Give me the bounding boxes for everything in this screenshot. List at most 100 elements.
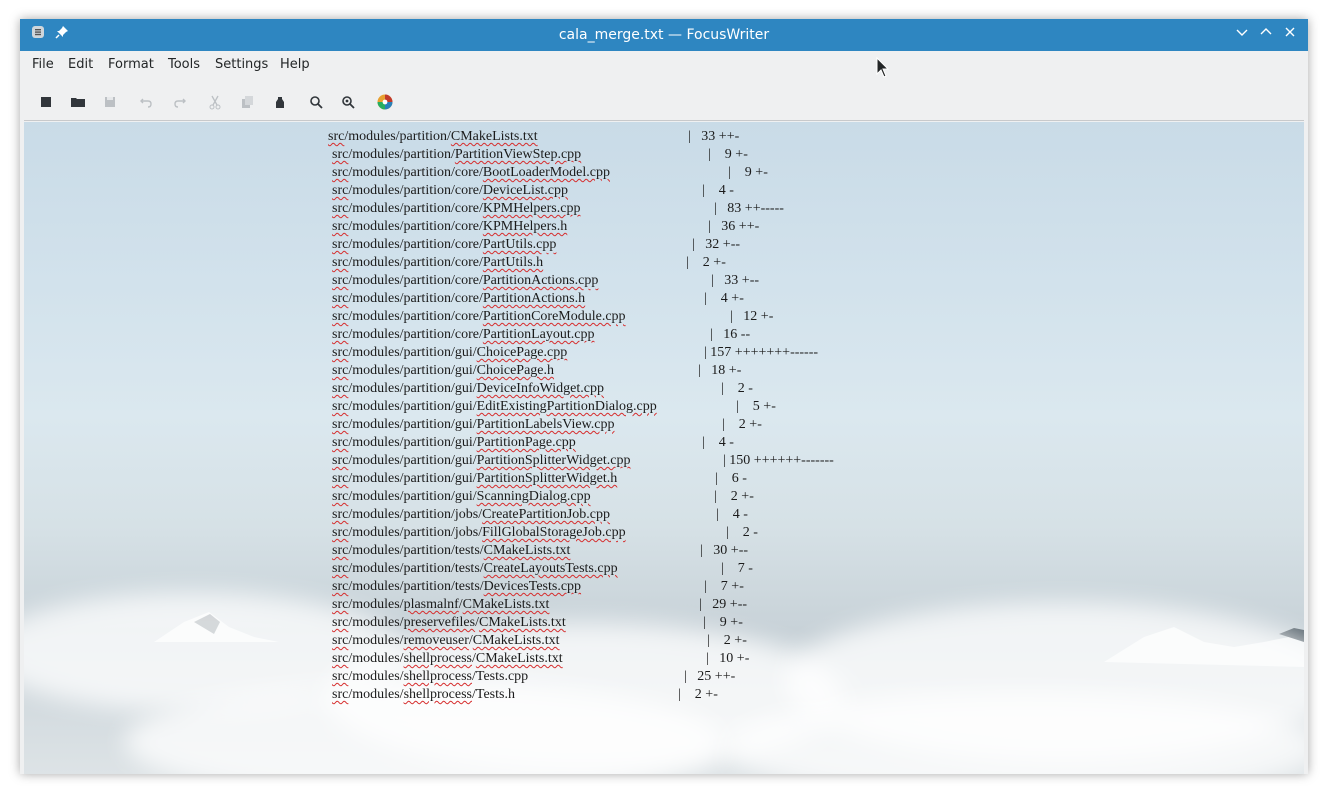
spelling-error: src (332, 381, 349, 396)
spelling-error: KPMHelpers.h (482, 219, 568, 234)
spelling-error: ChoicePage.cpp (476, 345, 568, 360)
spelling-error: src (332, 291, 349, 306)
diff-stat: | 10 +- (706, 651, 750, 666)
file-path: src/modules/partition/jobs/FillGlobalSto… (332, 524, 626, 542)
new-icon[interactable] (37, 93, 55, 111)
title-bar[interactable]: cala_merge.txt — FocusWriter (20, 19, 1308, 51)
path-segment: /modules/partition/gui/ (348, 489, 477, 504)
menu-file[interactable]: File (32, 51, 54, 79)
close-button[interactable] (1280, 25, 1300, 45)
spelling-error: removeuser (403, 633, 469, 648)
menu-help[interactable]: Help (280, 51, 310, 79)
spelling-error: src (332, 453, 349, 468)
spelling-error: CMakeLists.txt (475, 651, 563, 666)
path-segment: /modules/partition/core/ (348, 291, 483, 306)
diff-stat: | 150 ++++++------- (723, 453, 834, 468)
window-title: cala_merge.txt — FocusWriter (558, 27, 770, 43)
file-path: src/modules/partition/gui/EditExistingPa… (332, 398, 657, 416)
spelling-error: PartitionActions.h (482, 291, 586, 306)
spelling-error: src (332, 255, 349, 270)
path-segment: /modules/partition/gui/ (348, 363, 477, 378)
diff-stat: | 2 +- (678, 687, 718, 702)
spelling-error: src (332, 147, 349, 162)
spelling-error: ScanningDialog.cpp (476, 489, 591, 504)
spelling-error: DevicesTests.cpp (483, 579, 582, 594)
path-segment: /modules/partition/core/ (348, 237, 483, 252)
diff-stat: | 2 +- (686, 255, 726, 270)
spelling-error: src (332, 363, 349, 378)
open-icon[interactable] (69, 93, 87, 111)
undo-icon[interactable] (137, 93, 155, 111)
replace-icon[interactable] (339, 93, 357, 111)
diff-stat: | 4 - (702, 183, 734, 198)
diff-stat: | 29 +-- (699, 597, 748, 612)
spelling-error: CMakeLists.txt (462, 597, 550, 612)
maximize-button[interactable] (1256, 25, 1276, 45)
copy-icon[interactable] (238, 93, 256, 111)
menu-format[interactable]: Format (108, 51, 154, 79)
spelling-error: src (332, 525, 349, 540)
mouse-cursor-icon (876, 57, 890, 78)
spelling-error: src (332, 399, 349, 414)
spelling-error: src (332, 633, 349, 648)
path-segment: /modules/ (348, 615, 404, 630)
diff-stat: | 25 ++- (684, 669, 736, 684)
path-segment: /modules/partition/gui/ (348, 417, 477, 432)
file-path: src/modules/partition/gui/PartitionPage.… (332, 434, 576, 452)
path-segment: /modules/partition/tests/ (348, 561, 484, 576)
path-segment: /modules/partition/core/ (348, 183, 483, 198)
path-segment: /modules/partition/gui/ (348, 381, 477, 396)
menu-bar: File Edit Format Tools Settings Help (20, 51, 1308, 79)
file-path: src/modules/partition/core/BootLoaderMod… (332, 164, 610, 182)
spelling-error: src (332, 507, 349, 522)
spelling-error: PartitionActions.cpp (482, 273, 599, 288)
file-path: src/modules/partition/core/DeviceList.cp… (332, 182, 568, 200)
path-segment: /modules/partition/tests/ (348, 543, 484, 558)
spelling-error: PartitionSplitterWidget.cpp (476, 453, 631, 468)
spelling-error: src (332, 219, 349, 234)
file-path: src/modules/partition/core/KPMHelpers.cp… (332, 200, 580, 218)
spelling-error: PartitionPage.cpp (476, 435, 576, 450)
diff-stat: | 157 +++++++------ (704, 345, 819, 360)
path-segment: /modules/ (348, 633, 404, 648)
file-path: src/modules/partition/gui/PartitionSplit… (332, 452, 630, 470)
file-path: src/modules/partition/core/PartitionCore… (332, 308, 626, 326)
file-path: src/modules/partition/core/PartUtils.cpp (332, 236, 556, 254)
themes-icon[interactable] (376, 93, 394, 111)
diff-stat: | 16 -- (710, 327, 751, 342)
save-icon[interactable] (101, 93, 119, 111)
minimize-button[interactable] (1232, 25, 1252, 45)
spelling-error: PartitionViewStep.cpp (454, 147, 582, 162)
paste-icon[interactable] (271, 93, 289, 111)
menu-edit[interactable]: Edit (68, 51, 93, 79)
diff-stat: | 9 +- (708, 147, 748, 162)
path-segment: /modules/ (348, 597, 404, 612)
spelling-error: src (332, 327, 349, 342)
path-segment: /modules/partition/core/ (348, 219, 483, 234)
diff-stat: | 6 - (715, 471, 747, 486)
app-window: cala_merge.txt — FocusWriter File Edit F… (20, 19, 1308, 774)
diff-stat: | 30 +-- (700, 543, 749, 558)
editor-area[interactable]: src/modules/partition/CMakeLists.txt | 33… (24, 122, 1304, 774)
spelling-error: src (332, 489, 349, 504)
menu-settings[interactable]: Settings (215, 51, 268, 79)
spelling-error: src (332, 165, 349, 180)
menu-tools[interactable]: Tools (168, 51, 200, 79)
file-path: src/modules/partition/core/KPMHelpers.h (332, 218, 567, 236)
path-segment: /modules/partition/jobs/ (348, 507, 483, 522)
spelling-error: shellprocess (403, 651, 472, 666)
spelling-error: shellprocess (403, 687, 472, 702)
spelling-error: FillGlobalStorageJob.cpp (482, 525, 626, 540)
path-segment: /modules/partition/jobs/ (348, 525, 483, 540)
spelling-error: CMakeLists.txt (450, 129, 538, 144)
file-path: src/modules/partition/tests/DevicesTests… (332, 578, 581, 596)
cut-icon[interactable] (206, 93, 224, 111)
find-icon[interactable] (307, 93, 325, 111)
file-path: src/modules/partition/gui/PartitionSplit… (332, 470, 617, 488)
diff-stat: | 4 +- (704, 291, 744, 306)
redo-icon[interactable] (171, 93, 189, 111)
file-path: src/modules/partition/gui/ChoicePage.h (332, 362, 554, 380)
file-path: src/modules/partition/CMakeLists.txt (328, 128, 538, 146)
spelling-error: DeviceInfoWidget.cpp (476, 381, 604, 396)
diff-stat: | 2 +- (714, 489, 754, 504)
